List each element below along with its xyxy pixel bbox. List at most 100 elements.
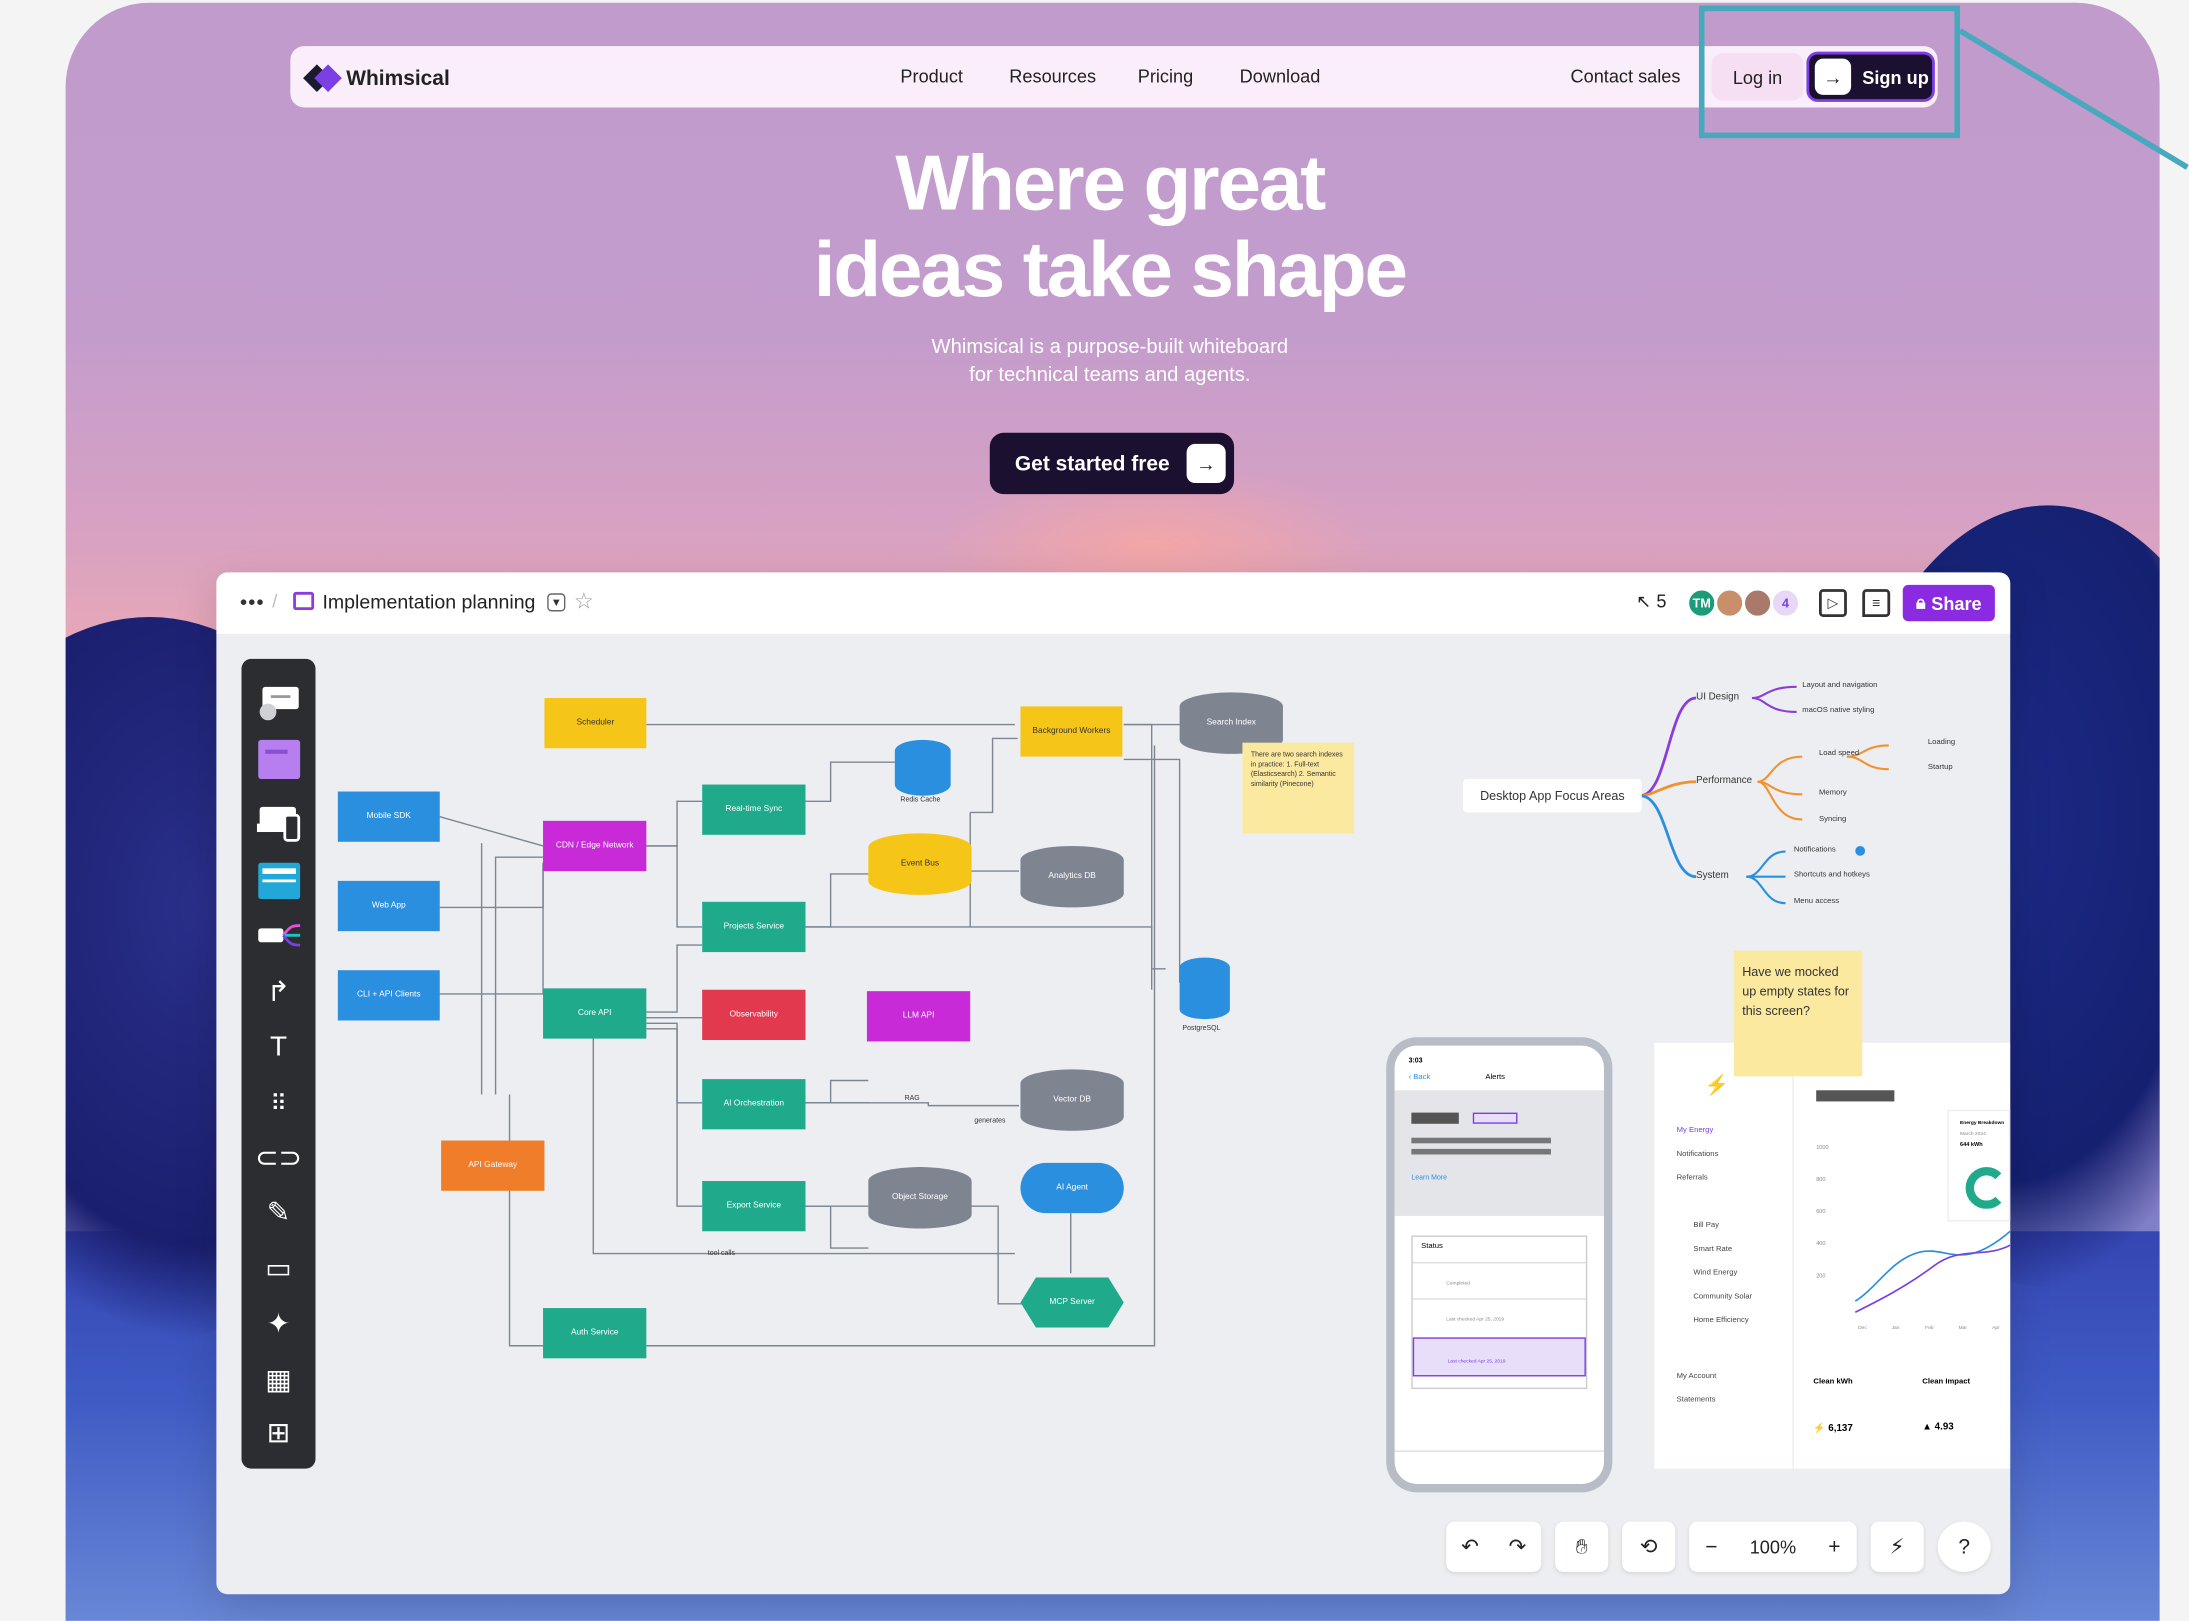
- dash-menu-item[interactable]: My Energy: [1677, 1127, 1714, 1135]
- diagram-db[interactable]: Vector DB: [1020, 1069, 1124, 1131]
- hero-subtitle-line2: for technical teams and agents.: [969, 364, 1251, 387]
- lightning-icon[interactable]: ⚡︎: [1870, 1521, 1924, 1572]
- energy-title: Energy Breakdown: [1959, 1119, 2005, 1126]
- diagram-node[interactable]: CDN / Edge Network: [543, 820, 647, 872]
- phone-learn-more[interactable]: Learn More: [1411, 1174, 1447, 1182]
- diagram-node[interactable]: MCP Server: [1020, 1277, 1124, 1328]
- diagram-node[interactable]: LLM API: [866, 991, 971, 1042]
- diagram-node[interactable]: Core API: [543, 988, 647, 1039]
- nav-link-download[interactable]: Download: [1240, 66, 1321, 87]
- avatar-overflow-value: 4: [1781, 596, 1789, 611]
- mindmap-leaf[interactable]: Layout and navigation: [1802, 681, 1877, 689]
- pie-chart-icon: [1965, 1167, 2008, 1209]
- diagram-label: PostgreSQL: [1182, 1024, 1221, 1034]
- diagram-db[interactable]: Event Bus: [868, 833, 972, 895]
- diagram-node[interactable]: Projects Service: [702, 901, 806, 953]
- dash-menu-item[interactable]: Statements: [1677, 1396, 1716, 1404]
- list-item[interactable]: Last checked Apr 25, 2019: [1412, 1298, 1586, 1334]
- dash-menu-item[interactable]: Notifications: [1677, 1150, 1719, 1158]
- mindmap-leaf[interactable]: Load speed: [1819, 750, 1859, 758]
- more-menu-icon[interactable]: •••: [240, 591, 265, 613]
- mindmap-leaf[interactable]: Loading: [1928, 738, 1955, 746]
- x-tick: Apr: [1992, 1324, 2000, 1331]
- get-started-button[interactable]: Get started free →: [989, 432, 1235, 495]
- zoom-out-icon[interactable]: −: [1705, 1535, 1717, 1559]
- phone-back-label: Back: [1413, 1073, 1431, 1082]
- star-icon[interactable]: ☆: [574, 588, 594, 616]
- clean-impact-label: Clean Impact: [1922, 1377, 1971, 1387]
- avatar-overflow-count[interactable]: 4: [1770, 587, 1801, 619]
- mindmap-leaf[interactable]: Menu access: [1794, 898, 1839, 906]
- diagram-node[interactable]: Real-time Sync: [702, 784, 806, 835]
- mindmap-branch[interactable]: Performance: [1696, 776, 1752, 786]
- diagram-node[interactable]: Background Workers: [1020, 706, 1123, 757]
- diagram-node[interactable]: API Gateway: [441, 1140, 545, 1191]
- share-button[interactable]: 🔒︎ Share: [1902, 584, 1995, 622]
- hero-title-line1: Where great: [895, 138, 1326, 227]
- sticky-note[interactable]: Have we mocked up empty states for this …: [1733, 950, 1863, 1077]
- phone-title: Alerts: [1485, 1073, 1505, 1082]
- diagram-node[interactable]: AI Agent: [1020, 1162, 1124, 1214]
- dash-menu-item[interactable]: Community Solar: [1693, 1293, 1752, 1301]
- mindmap-branch[interactable]: System: [1696, 871, 1729, 881]
- diagram-node[interactable]: Observability: [702, 989, 806, 1041]
- diagram-node[interactable]: Export Service: [702, 1181, 806, 1232]
- diagram-label: tool calls: [707, 1249, 735, 1258]
- diagram-node[interactable]: Web App: [337, 880, 440, 932]
- list-item-selected[interactable]: Last checked Apr 25, 2019: [1412, 1337, 1586, 1377]
- search-note-sticky[interactable]: There are two search indexes in practice…: [1242, 742, 1355, 834]
- mindmap-leaf[interactable]: Memory: [1819, 789, 1847, 797]
- diagram-node[interactable]: Scheduler: [544, 698, 647, 749]
- present-icon[interactable]: ▷: [1818, 589, 1847, 618]
- hand-tool-icon[interactable]: ✋︎: [1555, 1521, 1609, 1572]
- avatar[interactable]: [1742, 587, 1773, 619]
- dash-menu-item[interactable]: Wind Energy: [1693, 1269, 1737, 1277]
- diagram-node[interactable]: Auth Service: [543, 1308, 647, 1359]
- avatar[interactable]: [1714, 587, 1745, 619]
- mindmap-leaf[interactable]: macOS native styling: [1802, 706, 1874, 714]
- dash-menu-item[interactable]: Bill Pay: [1693, 1222, 1719, 1230]
- phone-mockup[interactable]: 3:03 ‹ Back Alerts Learn More Status Com…: [1386, 1037, 1613, 1493]
- mindmap-leaf[interactable]: Notifications: [1794, 846, 1836, 854]
- phone-back-link[interactable]: ‹ Back: [1409, 1074, 1431, 1082]
- dash-menu-item[interactable]: Smart Rate: [1693, 1245, 1732, 1253]
- avatar[interactable]: TM: [1686, 587, 1718, 619]
- zoom-in-icon[interactable]: +: [1828, 1535, 1840, 1559]
- document-title[interactable]: Implementation planning: [322, 591, 535, 613]
- nav-link-contact-sales[interactable]: Contact sales: [1571, 66, 1681, 87]
- chevron-down-icon[interactable]: ▼: [547, 593, 566, 612]
- nav-link-resources[interactable]: Resources: [1009, 66, 1096, 87]
- mindmap-leaf[interactable]: Shortcuts and hotkeys: [1794, 871, 1870, 879]
- redo-icon[interactable]: ↷: [1509, 1534, 1527, 1560]
- clean-impact-value: ▲ 4.93: [1922, 1422, 1954, 1433]
- help-button[interactable]: ?: [1937, 1521, 1991, 1572]
- mindmap-root[interactable]: Desktop App Focus Areas: [1463, 778, 1642, 813]
- dashboard-mockup[interactable]: ⚡ My Energy Notifications Referrals Bill…: [1654, 1042, 2011, 1469]
- dash-menu-item[interactable]: Referrals: [1677, 1174, 1708, 1182]
- diagram-node[interactable]: Mobile SDK: [337, 791, 440, 842]
- brand-logo[interactable]: Whimsical: [303, 63, 450, 94]
- get-started-label: Get started free: [1014, 451, 1170, 476]
- energy-value: 644 kWh: [1959, 1140, 1983, 1148]
- diagram-db[interactable]: Analytics DB: [1020, 845, 1124, 908]
- postgresql-icon[interactable]: [1179, 957, 1230, 1020]
- nav-link-product[interactable]: Product: [900, 66, 963, 87]
- diagram-node[interactable]: AI Orchestration: [702, 1079, 806, 1130]
- list-item[interactable]: Completed: [1412, 1261, 1586, 1298]
- mindmap-leaf[interactable]: Startup: [1928, 764, 1953, 772]
- comment-icon[interactable]: ≡: [1862, 589, 1891, 618]
- clean-impact-number: 4.93: [1934, 1422, 1954, 1433]
- zoom-level[interactable]: 100%: [1750, 1536, 1796, 1557]
- dash-menu-item[interactable]: Home Efficiency: [1693, 1316, 1748, 1324]
- undo-icon[interactable]: ↶: [1461, 1534, 1479, 1560]
- history-icon[interactable]: ⟲: [1622, 1521, 1676, 1572]
- diagram-node[interactable]: CLI + API Clients: [337, 970, 440, 1021]
- dash-menu-item[interactable]: My Account: [1677, 1372, 1717, 1380]
- mindmap-branch[interactable]: UI Design: [1696, 692, 1739, 702]
- diagram-db[interactable]: Object Storage: [868, 1167, 972, 1229]
- nav-link-pricing[interactable]: Pricing: [1138, 66, 1193, 87]
- mindmap-leaf[interactable]: Syncing: [1819, 815, 1846, 823]
- hero-title-line2: ideas take shape: [813, 224, 1408, 313]
- phone-hero: Learn More: [1394, 1090, 1605, 1216]
- redis-cache-icon[interactable]: [894, 739, 951, 796]
